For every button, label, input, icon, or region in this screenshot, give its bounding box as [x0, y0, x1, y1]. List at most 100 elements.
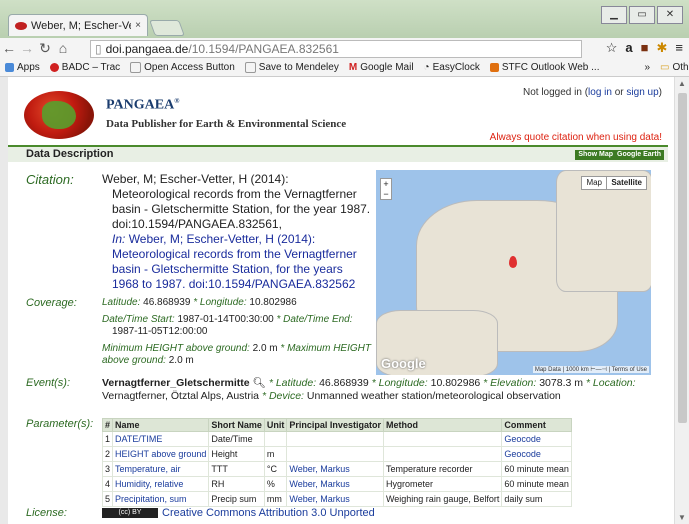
table-cell: daily sum: [501, 491, 572, 507]
brand-name: PANGAEA®: [106, 97, 180, 113]
parameters-table: # Name Short Name Unit Principal Investigato…: [101, 418, 572, 507]
table-cell: Date/Time: [208, 431, 265, 447]
table-cell: RH: [208, 476, 265, 492]
puzzle-extension-icon[interactable]: ✱: [657, 40, 668, 56]
forward-arrow-icon[interactable]: →: [18, 40, 36, 56]
table-cell: m: [263, 446, 288, 462]
satellite-type-button[interactable]: Satellite: [606, 176, 647, 190]
table-cell[interactable]: HEIGHT above ground: [112, 446, 210, 462]
search-icon[interactable]: 🔍︎: [253, 377, 266, 389]
section-title: Data Description: [26, 148, 114, 160]
table-row: 5 Precipitation, sum Precip sum mm Weber, Ma…: [101, 491, 572, 507]
page-icon: ▯: [95, 42, 102, 56]
column-header: Unit: [263, 418, 288, 432]
column-header: Principal Investigator: [286, 418, 384, 432]
url-path: /10.1594/PANGAEA.832561: [188, 42, 339, 56]
amazon-extension-icon[interactable]: a: [625, 40, 632, 56]
table-cell: %: [263, 476, 288, 492]
star-icon[interactable]: ☆: [606, 40, 618, 56]
cc-by-icon: (cc) BY: [102, 508, 158, 519]
bookmark-badc[interactable]: BADC – Trac: [49, 62, 120, 73]
column-header: Short Name: [208, 418, 265, 432]
scroll-down-icon[interactable]: ▼: [678, 513, 686, 522]
pangaea-favicon-icon: [15, 21, 27, 30]
bookmark-apps[interactable]: Apps: [5, 62, 40, 73]
table-cell: Precip sum: [208, 491, 265, 507]
table-cell: 3: [101, 461, 114, 477]
login-link[interactable]: log in: [588, 87, 612, 98]
gmail-icon: M: [348, 61, 358, 73]
reload-icon[interactable]: ↻: [36, 40, 54, 57]
table-row: 3 Temperature, air TTT °C Weber, Markus Tempe…: [101, 461, 572, 477]
table-cell[interactable]: DATE/TIME: [112, 431, 210, 447]
brand-subtitle: Data Publisher for Earth & Environmental…: [106, 117, 347, 130]
folder-icon: ▭: [660, 61, 670, 73]
map-marker-icon[interactable]: [509, 256, 517, 268]
table-cell[interactable]: Weber, Markus: [286, 476, 384, 492]
browser-toolbar: ← → ↻ ⌂ ▯ doi.pangaea.de/10.1594/PANGAEA…: [0, 38, 689, 58]
scroll-up-icon[interactable]: ▲: [678, 79, 686, 88]
table-cell[interactable]: Weber, Markus: [286, 461, 384, 477]
table-cell: Temperature recorder: [382, 461, 503, 477]
table-cell: 60 minute mean: [501, 461, 572, 477]
close-window-icon[interactable]: ✕: [657, 6, 683, 24]
extension-icon[interactable]: ■: [641, 40, 649, 56]
bookmark-gmail[interactable]: M Google Mail: [349, 62, 414, 73]
table-cell[interactable]: Weber, Markus: [286, 491, 384, 507]
scrollbar-thumb[interactable]: [678, 93, 687, 423]
signup-link[interactable]: sign up: [626, 87, 658, 98]
table-cell: Hygrometer: [382, 476, 503, 492]
table-cell: 2: [101, 446, 114, 462]
location-map[interactable]: + − Map Satellite Google Map Data | 1000 …: [376, 170, 651, 375]
table-cell[interactable]: Humidity, relative: [112, 476, 210, 492]
new-tab-button[interactable]: [149, 20, 185, 36]
window-controls: ▁ ▭ ✕: [601, 6, 683, 24]
browser-tab[interactable]: Weber, M; Escher-Vetter, I ×: [8, 14, 148, 36]
section-header: Data Description Show Map Google Earth: [8, 145, 668, 162]
column-header: #: [101, 418, 114, 432]
column-header: Comment: [501, 418, 572, 432]
table-cell: [286, 431, 384, 447]
bookmark-mendeley[interactable]: Save to Mendeley: [244, 61, 339, 73]
map-type-button[interactable]: Map: [581, 176, 607, 190]
coverage-dates: Date/Time Start: 1987-01-14T00:30:00 * D…: [102, 314, 353, 337]
table-cell[interactable]: Geocode: [501, 431, 572, 447]
outlook-icon: [489, 62, 499, 72]
minimize-icon[interactable]: ▁: [601, 6, 627, 24]
table-cell: 5: [101, 491, 114, 507]
tab-title: Weber, M; Escher-Vetter, I: [31, 19, 131, 32]
map-zoom-control[interactable]: + −: [380, 178, 392, 200]
parent-citation-link[interactable]: In: Weber, M; Escher-Vetter, H (2014): M…: [102, 232, 372, 292]
table-cell: 4: [101, 476, 114, 492]
home-icon[interactable]: ⌂: [54, 40, 72, 56]
google-earth-button[interactable]: Google Earth: [614, 150, 664, 160]
citation-label: Citation:: [26, 172, 74, 187]
menu-icon[interactable]: ≡: [675, 40, 683, 56]
address-bar[interactable]: ▯ doi.pangaea.de/10.1594/PANGAEA.832561: [90, 40, 582, 58]
event-label: Event(s):: [26, 377, 71, 389]
bookmark-outlook[interactable]: STFC Outlook Web ...: [489, 62, 599, 73]
apps-grid-icon: [5, 62, 14, 72]
title-bar: Weber, M; Escher-Vetter, I × ▁ ▭ ✕: [0, 0, 689, 38]
back-arrow-icon[interactable]: ←: [0, 40, 18, 56]
pangaea-logo[interactable]: [24, 91, 94, 139]
license-link[interactable]: (cc) BY Creative Commons Attribution 3.0 …: [102, 507, 375, 519]
other-bookmarks[interactable]: ▭Other bookmarks: [660, 62, 689, 73]
table-cell[interactable]: Geocode: [501, 446, 572, 462]
license-label: License:: [26, 507, 67, 519]
tab-close-icon[interactable]: ×: [135, 20, 141, 31]
coverage-label: Coverage:: [26, 297, 77, 309]
bookmarks-overflow[interactable]: »: [644, 62, 650, 73]
maximize-icon[interactable]: ▭: [629, 6, 655, 24]
table-cell: 60 minute mean: [501, 476, 572, 492]
bookmark-open-access[interactable]: Open Access Button: [130, 61, 235, 73]
table-cell: [382, 446, 503, 462]
event-name[interactable]: Vernagtferner_Gletschermitte: [102, 377, 250, 389]
bookmark-easyclock[interactable]: ◔ EasyClock: [424, 62, 480, 73]
table-cell[interactable]: Precipitation, sum: [112, 491, 210, 507]
show-map-button[interactable]: Show Map: [575, 150, 616, 160]
table-cell[interactable]: Temperature, air: [112, 461, 210, 477]
column-header: Method: [382, 418, 503, 432]
page-scrollbar[interactable]: ▲ ▼: [674, 77, 689, 524]
page-content: PANGAEA® Data Publisher for Earth & Envi…: [8, 77, 674, 524]
